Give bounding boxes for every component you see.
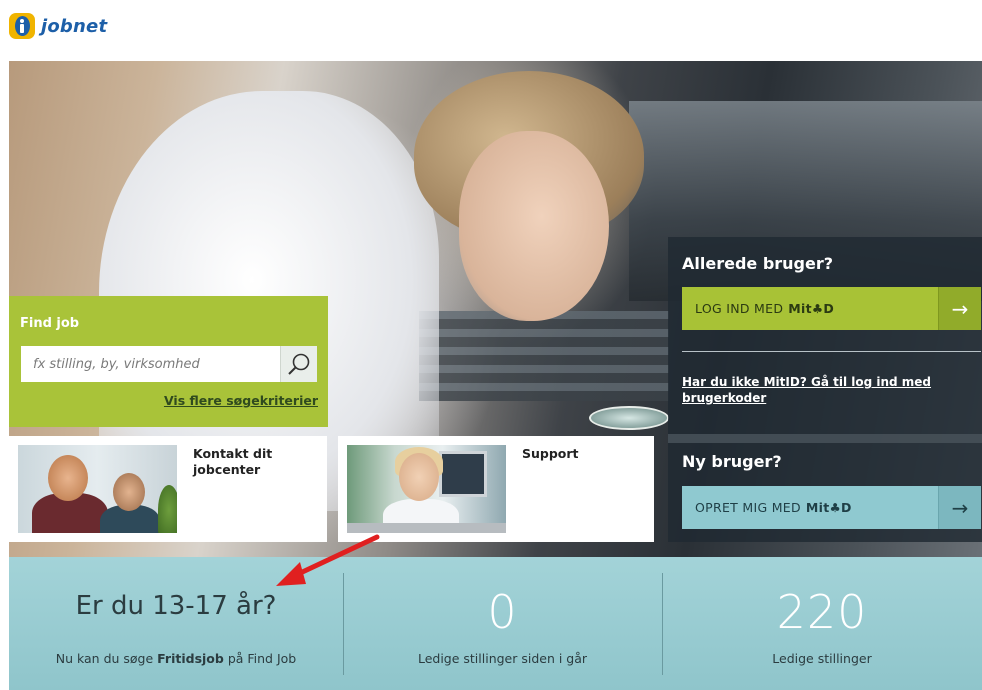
find-job-title: Find job	[20, 316, 80, 331]
search-input[interactable]	[21, 346, 280, 382]
contact-jobcenter-title: Kontakt dit jobcenter	[193, 446, 273, 477]
total-jobs-label: Ledige stillinger	[772, 651, 872, 666]
total-jobs-stat[interactable]: 220 Ledige stillinger	[662, 557, 982, 690]
jobnet-logo[interactable]: jobnet	[9, 13, 107, 39]
more-search-criteria-link[interactable]: Vis flere søgekriterier	[164, 393, 318, 408]
support-card[interactable]: Support	[338, 436, 654, 542]
existing-user-title: Allerede bruger?	[682, 254, 834, 273]
arrow-right-icon: →	[938, 287, 981, 330]
create-mitid-button[interactable]: OPRET MIG MED Mit♣D →	[682, 486, 981, 529]
teen-headline: Er du 13-17 år?	[75, 591, 277, 621]
divider	[682, 351, 981, 352]
teen-text: Nu kan du søge Fritidsjob på Find Job	[55, 651, 297, 666]
search-button[interactable]	[280, 346, 317, 382]
contact-jobcenter-card[interactable]: Kontakt dit jobcenter	[9, 436, 327, 542]
arrow-right-icon: →	[938, 486, 981, 529]
login-with-usercodes-link[interactable]: Har du ikke MitID? Gå til log ind med br…	[682, 374, 967, 406]
jobnet-info-icon	[9, 13, 35, 39]
new-jobs-count: 0	[487, 585, 518, 639]
stats-band: Er du 13-17 år? Nu kan du søge Fritidsjo…	[9, 557, 982, 690]
mitid-logo: Mit♣D	[805, 500, 852, 515]
search-icon	[288, 353, 310, 375]
find-job-panel: Find job Vis flere søgekriterier	[9, 296, 328, 427]
panel-separator	[668, 434, 982, 443]
login-mitid-button[interactable]: LOG IND MED Mit♣D →	[682, 287, 981, 330]
create-label: OPRET MIG MED	[695, 500, 801, 515]
new-jobs-stat[interactable]: 0 Ledige stillinger siden i går	[343, 557, 662, 690]
support-title: Support	[522, 446, 579, 461]
total-jobs-count: 220	[776, 585, 868, 639]
new-jobs-label: Ledige stillinger siden i går	[417, 651, 588, 666]
brand-name: jobnet	[41, 15, 108, 37]
new-user-title: Ny bruger?	[682, 452, 782, 471]
people-meeting-photo	[18, 445, 177, 533]
teen-jobs-stat[interactable]: Er du 13-17 år? Nu kan du søge Fritidsjo…	[9, 557, 343, 690]
mitid-logo: Mit♣D	[788, 301, 835, 316]
search-box	[21, 346, 317, 382]
login-label: LOG IND MED	[695, 301, 784, 316]
login-panel: Allerede bruger? LOG IND MED Mit♣D → Har…	[668, 237, 982, 542]
support-agent-photo	[347, 445, 506, 533]
